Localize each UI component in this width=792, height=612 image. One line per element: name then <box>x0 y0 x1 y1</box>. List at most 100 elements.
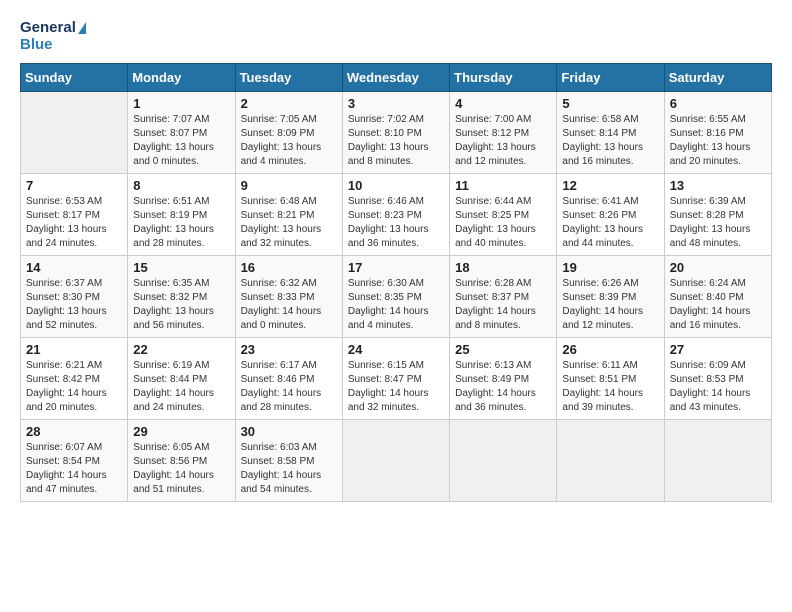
calendar-cell: 8 Sunrise: 6:51 AMSunset: 8:19 PMDaylight… <box>128 174 235 256</box>
col-header-thursday: Thursday <box>450 64 557 92</box>
week-row-4: 21 Sunrise: 6:21 AMSunset: 8:42 PMDayligh… <box>21 338 772 420</box>
calendar-cell: 16 Sunrise: 6:32 AMSunset: 8:33 PMDayligh… <box>235 256 342 338</box>
calendar-cell: 11Sunrise: 6:44 AMSunset: 8:25 PMDayligh… <box>450 174 557 256</box>
calendar-cell: 20 Sunrise: 6:24 AMSunset: 8:40 PMDayligh… <box>664 256 771 338</box>
calendar-cell: 27 Sunrise: 6:09 AMSunset: 8:53 PMDayligh… <box>664 338 771 420</box>
calendar-cell: 24 Sunrise: 6:15 AMSunset: 8:47 PMDayligh… <box>342 338 449 420</box>
calendar-cell: 18Sunrise: 6:28 AMSunset: 8:37 PMDayligh… <box>450 256 557 338</box>
calendar-cell: 19 Sunrise: 6:26 AMSunset: 8:39 PMDayligh… <box>557 256 664 338</box>
calendar-cell <box>450 420 557 502</box>
week-row-1: 1 Sunrise: 7:07 AMSunset: 8:07 PMDaylight… <box>21 92 772 174</box>
calendar-cell <box>664 420 771 502</box>
col-header-monday: Monday <box>128 64 235 92</box>
day-number: 5 <box>562 96 658 111</box>
day-number: 28 <box>26 424 122 439</box>
calendar-cell <box>557 420 664 502</box>
day-info: Sunrise: 6:17 AMSunset: 8:46 PMDaylight:… <box>241 359 337 415</box>
col-header-friday: Friday <box>557 64 664 92</box>
calendar-cell: 4 Sunrise: 7:00 AMSunset: 8:12 PMDaylight… <box>450 92 557 174</box>
day-number: 7 <box>26 178 122 193</box>
calendar-cell: 6 Sunrise: 6:55 AMSunset: 8:16 PMDaylight… <box>664 92 771 174</box>
day-number: 26 <box>562 342 658 357</box>
col-header-wednesday: Wednesday <box>342 64 449 92</box>
calendar-cell: 2 Sunrise: 7:05 AMSunset: 8:09 PMDaylight… <box>235 92 342 174</box>
day-number: 20 <box>670 260 766 275</box>
calendar-cell: 28 Sunrise: 6:07 AMSunset: 8:54 PMDayligh… <box>21 420 128 502</box>
day-number: 8 <box>133 178 229 193</box>
day-info: Sunrise: 6:44 AMSunset: 8:25 PMDaylight:… <box>455 195 551 251</box>
col-header-tuesday: Tuesday <box>235 64 342 92</box>
day-info: Sunrise: 6:26 AMSunset: 8:39 PMDaylight:… <box>562 277 658 333</box>
day-info: Sunrise: 6:35 AMSunset: 8:32 PMDaylight:… <box>133 277 229 333</box>
day-info: Sunrise: 6:37 AMSunset: 8:30 PMDaylight:… <box>26 277 122 333</box>
calendar-cell: 30Sunrise: 6:03 AMSunset: 8:58 PMDayligh… <box>235 420 342 502</box>
page-header: General Blue <box>20 20 772 53</box>
calendar-cell: 25Sunrise: 6:13 AMSunset: 8:49 PMDayligh… <box>450 338 557 420</box>
calendar-cell: 13 Sunrise: 6:39 AMSunset: 8:28 PMDayligh… <box>664 174 771 256</box>
day-info: Sunrise: 6:53 AMSunset: 8:17 PMDaylight:… <box>26 195 122 251</box>
day-info: Sunrise: 6:09 AMSunset: 8:53 PMDaylight:… <box>670 359 766 415</box>
calendar-table: SundayMondayTuesdayWednesdayThursdayFrid… <box>20 63 772 502</box>
day-info: Sunrise: 6:58 AMSunset: 8:14 PMDaylight:… <box>562 113 658 169</box>
day-number: 22 <box>133 342 229 357</box>
day-number: 24 <box>348 342 444 357</box>
day-info: Sunrise: 7:00 AMSunset: 8:12 PMDaylight:… <box>455 113 551 169</box>
calendar-cell: 12 Sunrise: 6:41 AMSunset: 8:26 PMDayligh… <box>557 174 664 256</box>
day-info: Sunrise: 6:21 AMSunset: 8:42 PMDaylight:… <box>26 359 122 415</box>
logo: General Blue <box>20 20 86 53</box>
week-row-5: 28 Sunrise: 6:07 AMSunset: 8:54 PMDayligh… <box>21 420 772 502</box>
calendar-cell: 7 Sunrise: 6:53 AMSunset: 8:17 PMDaylight… <box>21 174 128 256</box>
day-info: Sunrise: 6:39 AMSunset: 8:28 PMDaylight:… <box>670 195 766 251</box>
week-row-3: 14 Sunrise: 6:37 AMSunset: 8:30 PMDayligh… <box>21 256 772 338</box>
day-number: 3 <box>348 96 444 111</box>
day-number: 23 <box>241 342 337 357</box>
day-number: 6 <box>670 96 766 111</box>
calendar-cell <box>342 420 449 502</box>
day-info: Sunrise: 6:32 AMSunset: 8:33 PMDaylight:… <box>241 277 337 333</box>
calendar-cell: 26 Sunrise: 6:11 AMSunset: 8:51 PMDayligh… <box>557 338 664 420</box>
day-number: 25 <box>455 342 551 357</box>
day-number: 16 <box>241 260 337 275</box>
calendar-cell: 14 Sunrise: 6:37 AMSunset: 8:30 PMDayligh… <box>21 256 128 338</box>
calendar-header-row: SundayMondayTuesdayWednesdayThursdayFrid… <box>21 64 772 92</box>
day-number: 1 <box>133 96 229 111</box>
calendar-cell: 9 Sunrise: 6:48 AMSunset: 8:21 PMDaylight… <box>235 174 342 256</box>
day-number: 17 <box>348 260 444 275</box>
calendar-cell: 5 Sunrise: 6:58 AMSunset: 8:14 PMDaylight… <box>557 92 664 174</box>
day-info: Sunrise: 6:55 AMSunset: 8:16 PMDaylight:… <box>670 113 766 169</box>
day-info: Sunrise: 6:05 AMSunset: 8:56 PMDaylight:… <box>133 441 229 497</box>
day-number: 21 <box>26 342 122 357</box>
day-info: Sunrise: 6:51 AMSunset: 8:19 PMDaylight:… <box>133 195 229 251</box>
calendar-cell: 29 Sunrise: 6:05 AMSunset: 8:56 PMDayligh… <box>128 420 235 502</box>
day-number: 10 <box>348 178 444 193</box>
day-number: 12 <box>562 178 658 193</box>
day-info: Sunrise: 6:24 AMSunset: 8:40 PMDaylight:… <box>670 277 766 333</box>
day-number: 27 <box>670 342 766 357</box>
day-number: 14 <box>26 260 122 275</box>
day-info: Sunrise: 7:02 AMSunset: 8:10 PMDaylight:… <box>348 113 444 169</box>
day-number: 9 <box>241 178 337 193</box>
col-header-saturday: Saturday <box>664 64 771 92</box>
calendar-cell: 1 Sunrise: 7:07 AMSunset: 8:07 PMDaylight… <box>128 92 235 174</box>
day-number: 2 <box>241 96 337 111</box>
day-info: Sunrise: 6:28 AMSunset: 8:37 PMDaylight:… <box>455 277 551 333</box>
day-number: 29 <box>133 424 229 439</box>
day-number: 15 <box>133 260 229 275</box>
logo-general: General <box>20 20 86 37</box>
day-info: Sunrise: 7:07 AMSunset: 8:07 PMDaylight:… <box>133 113 229 169</box>
day-info: Sunrise: 6:07 AMSunset: 8:54 PMDaylight:… <box>26 441 122 497</box>
day-info: Sunrise: 6:41 AMSunset: 8:26 PMDaylight:… <box>562 195 658 251</box>
day-info: Sunrise: 6:15 AMSunset: 8:47 PMDaylight:… <box>348 359 444 415</box>
day-info: Sunrise: 6:48 AMSunset: 8:21 PMDaylight:… <box>241 195 337 251</box>
day-number: 4 <box>455 96 551 111</box>
week-row-2: 7 Sunrise: 6:53 AMSunset: 8:17 PMDaylight… <box>21 174 772 256</box>
logo-blue: Blue <box>20 37 86 54</box>
day-info: Sunrise: 6:11 AMSunset: 8:51 PMDaylight:… <box>562 359 658 415</box>
day-info: Sunrise: 6:30 AMSunset: 8:35 PMDaylight:… <box>348 277 444 333</box>
calendar-cell: 22Sunrise: 6:19 AMSunset: 8:44 PMDayligh… <box>128 338 235 420</box>
day-number: 19 <box>562 260 658 275</box>
day-info: Sunrise: 7:05 AMSunset: 8:09 PMDaylight:… <box>241 113 337 169</box>
calendar-cell: 15 Sunrise: 6:35 AMSunset: 8:32 PMDayligh… <box>128 256 235 338</box>
day-info: Sunrise: 6:03 AMSunset: 8:58 PMDaylight:… <box>241 441 337 497</box>
day-number: 13 <box>670 178 766 193</box>
